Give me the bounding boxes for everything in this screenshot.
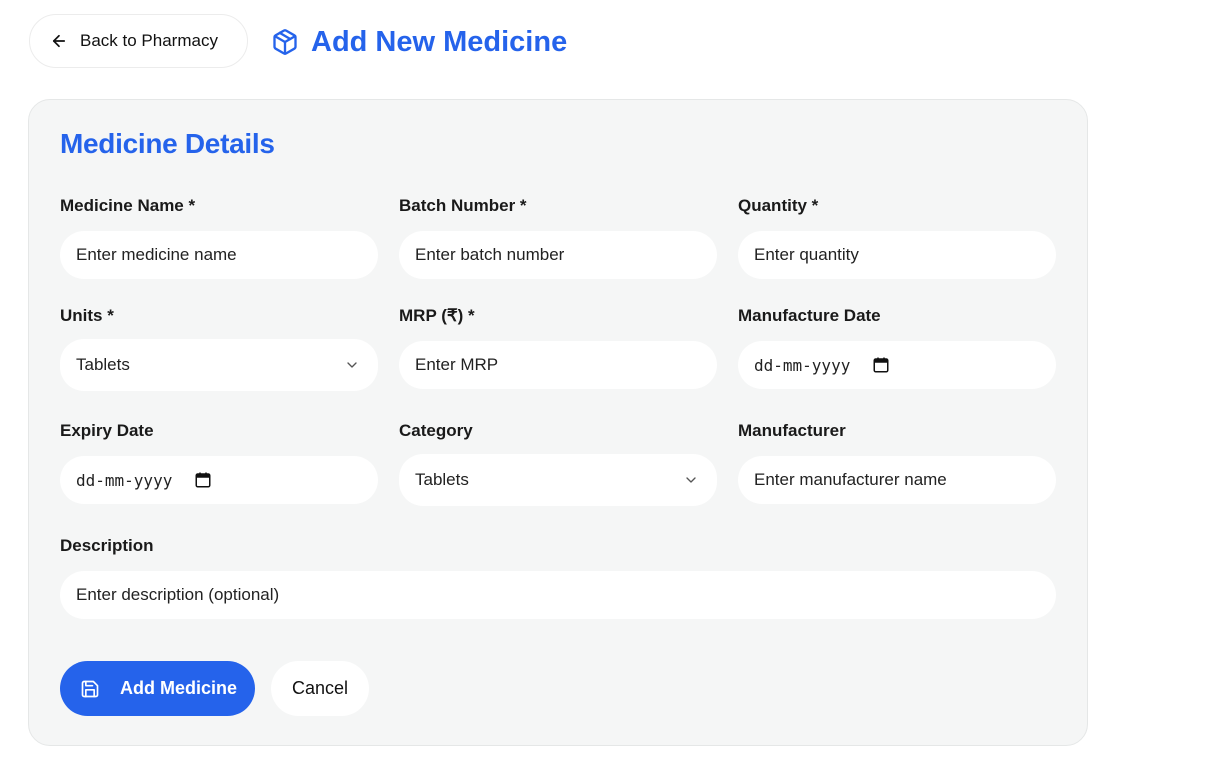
manufacture-date-placeholder: dd-mm-yyyy [754,355,851,375]
mrp-field: MRP (₹) * Enter MRP [399,305,717,389]
quantity-input[interactable]: Enter quantity [738,231,1056,279]
units-label: Units * [60,306,114,325]
category-field: Category Tablets [399,420,717,506]
description-field: Description Enter description (optional) [60,535,1056,619]
description-input[interactable]: Enter description (optional) [60,571,1056,619]
medicine-name-label: Medicine Name * [60,196,196,215]
cancel-button[interactable]: Cancel [271,661,369,716]
medicine-name-input[interactable]: Enter medicine name [60,231,378,279]
mrp-label: MRP (₹) * [399,306,475,325]
medicine-name-placeholder: Enter medicine name [76,245,237,264]
expiry-date-field: Expiry Date dd-mm-yyyy [60,420,378,504]
expiry-date-placeholder: dd-mm-yyyy [76,470,173,490]
manufacture-date-input[interactable]: dd-mm-yyyy [738,341,1056,389]
quantity-label: Quantity * [738,196,819,215]
manufacture-date-label: Manufacture Date [738,306,881,325]
manufacturer-label: Manufacturer [738,421,846,440]
page-title: Add New Medicine [271,20,567,64]
mrp-placeholder: Enter MRP [415,355,499,374]
calendar-icon[interactable] [194,471,212,489]
description-placeholder: Enter description (optional) [76,585,280,604]
category-label: Category [399,421,473,440]
units-selected-value: Tablets [76,355,130,374]
manufacturer-field: Manufacturer Enter manufacturer name [738,420,1056,504]
units-field: Units * Tablets [60,305,378,391]
package-icon [271,28,299,56]
category-selected-value: Tablets [415,470,469,489]
save-icon [80,679,100,699]
quantity-placeholder: Enter quantity [754,245,859,264]
batch-number-label: Batch Number * [399,196,527,215]
back-to-pharmacy-button[interactable]: Back to Pharmacy [29,14,248,68]
batch-number-field: Batch Number * Enter batch number [399,195,717,279]
page-title-text: Add New Medicine [311,25,568,58]
manufacturer-placeholder: Enter manufacturer name [754,470,947,489]
add-medicine-label: Add Medicine [120,678,238,698]
quantity-field: Quantity * Enter quantity [738,195,1056,279]
arrow-left-icon [50,32,68,50]
section-title: Medicine Details [60,128,275,159]
units-select[interactable]: Tablets [60,339,378,391]
batch-number-input[interactable]: Enter batch number [399,231,717,279]
batch-number-placeholder: Enter batch number [415,245,565,264]
medicine-details-card: Medicine Details Medicine Name * Enter m… [28,99,1088,746]
chevron-down-icon [344,357,360,373]
manufacture-date-field: Manufacture Date dd-mm-yyyy [738,305,1056,389]
back-button-label: Back to Pharmacy [80,31,218,50]
expiry-date-input[interactable]: dd-mm-yyyy [60,456,378,504]
description-label: Description [60,536,154,555]
cancel-label: Cancel [291,678,349,698]
expiry-date-label: Expiry Date [60,421,154,440]
chevron-down-icon [683,472,699,488]
add-medicine-button[interactable]: Add Medicine [60,661,255,716]
calendar-icon[interactable] [872,356,890,374]
category-select[interactable]: Tablets [399,454,717,506]
medicine-name-field: Medicine Name * Enter medicine name [60,195,378,279]
mrp-input[interactable]: Enter MRP [399,341,717,389]
manufacturer-input[interactable]: Enter manufacturer name [738,456,1056,504]
